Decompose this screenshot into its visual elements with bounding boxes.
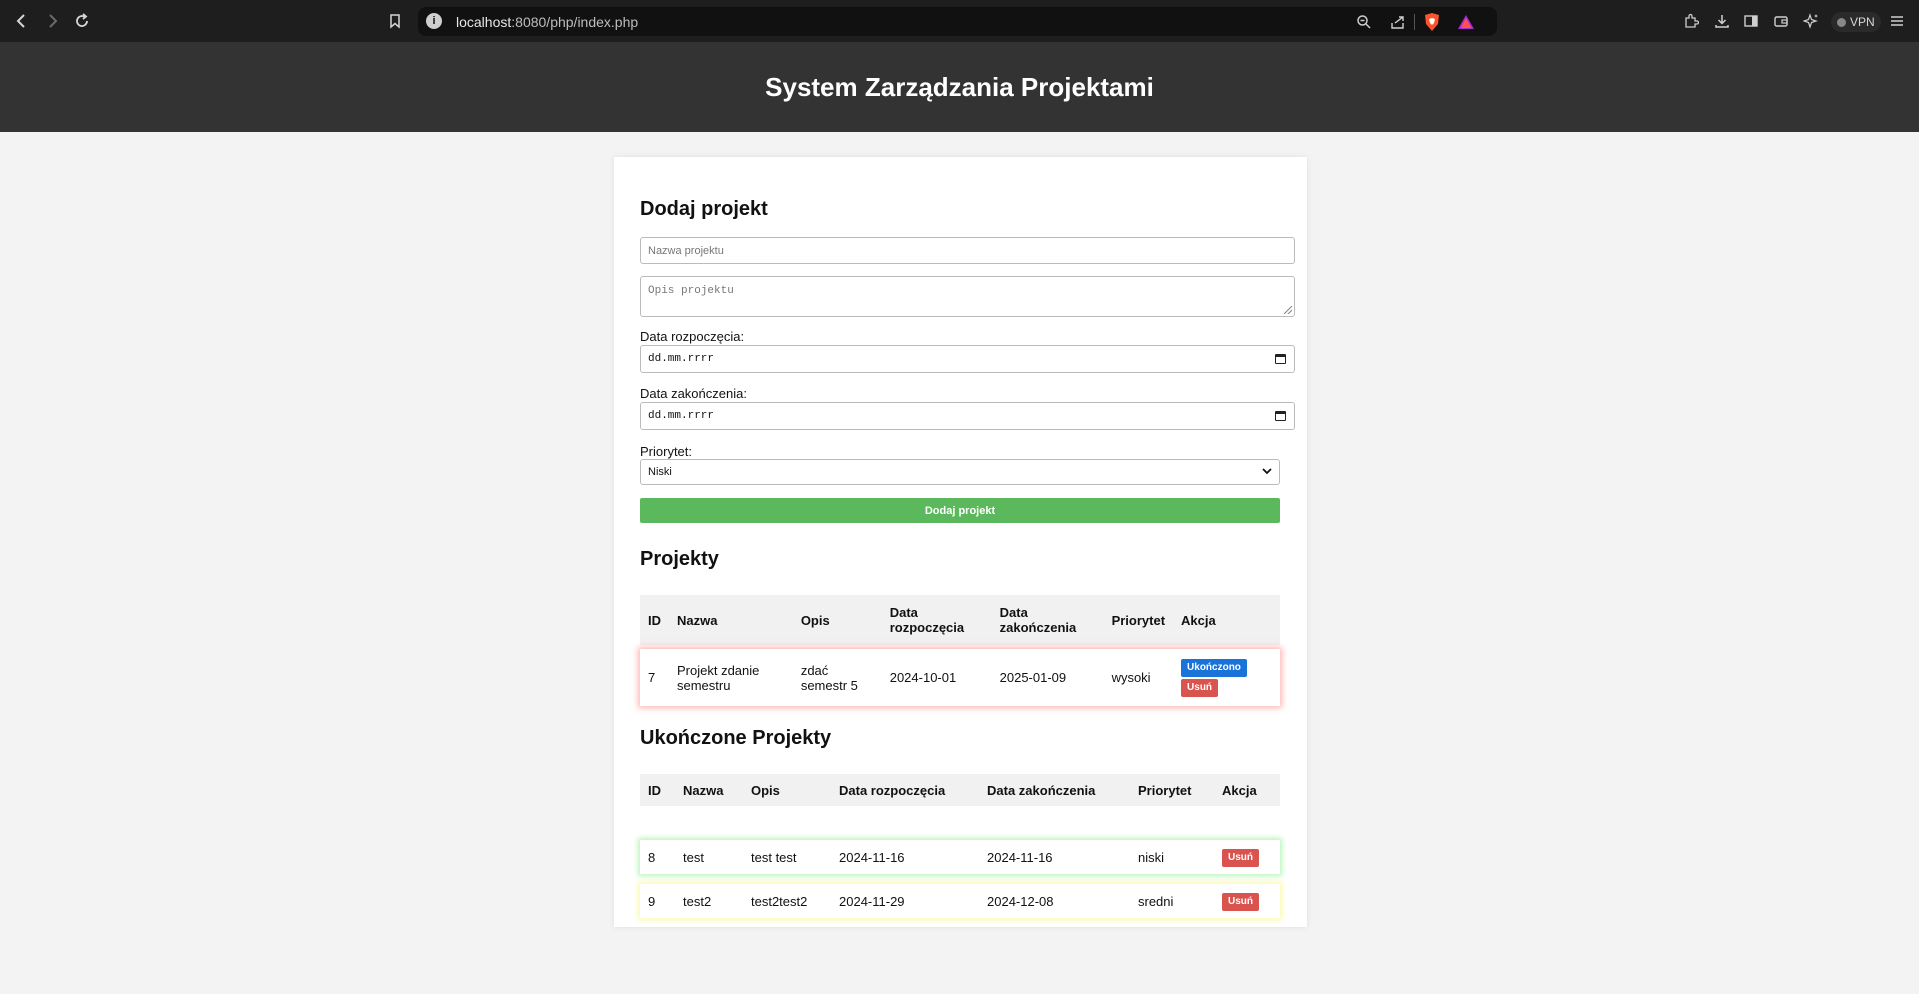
add-project-heading: Dodaj projekt: [640, 198, 768, 220]
column-header: Priorytet: [1111, 612, 1166, 628]
project-description-textarea[interactable]: Opis projektu: [640, 276, 1295, 317]
table-row: 8 test test test 2024-11-16 2024-11-16 n…: [640, 840, 1280, 874]
browser-toolbar: i localhost:8080/php/index.php VPN: [0, 0, 1919, 42]
back-icon[interactable]: [8, 0, 36, 42]
address-bar[interactable]: i localhost:8080/php/index.php: [418, 7, 1497, 36]
completed-projects-heading: Ukończone Projekty: [640, 727, 832, 749]
cell-description: test test: [751, 849, 797, 865]
delete-button[interactable]: Usuń: [1222, 848, 1259, 867]
cell-id: 9: [648, 893, 656, 909]
mark-done-button[interactable]: Ukończono: [1181, 658, 1247, 677]
vpn-label: VPN: [1850, 15, 1875, 29]
table-header-row: ID Nazwa Opis Data rozpoczęcia Data zako…: [640, 774, 1280, 806]
column-header: Nazwa: [677, 612, 718, 628]
cell-name: test: [683, 849, 704, 865]
column-header: Data zakończenia: [987, 782, 1096, 798]
column-header: ID: [648, 612, 661, 628]
wallet-icon[interactable]: [1770, 10, 1792, 32]
projects-table: ID Nazwa Opis Data rozpoczęcia Data zako…: [640, 595, 1280, 706]
cell-end-date: 2025-01-09: [999, 670, 1067, 685]
extensions-icon[interactable]: [1680, 10, 1702, 32]
end-date-value: dd.mm.rrrr: [648, 410, 715, 422]
project-name-input[interactable]: Nazwa projektu: [640, 237, 1295, 264]
priority-label: Priorytet:: [640, 444, 693, 459]
table-header-row: ID Nazwa Opis Data rozpoczęcia Data zako…: [640, 595, 1280, 645]
column-header: Priorytet: [1138, 782, 1192, 798]
cell-name: test2: [683, 893, 712, 909]
resize-handle-icon[interactable]: [1284, 306, 1292, 314]
brave-rewards-icon[interactable]: [1457, 12, 1475, 32]
zoom-icon[interactable]: [1354, 12, 1374, 32]
column-header: Akcja: [1181, 612, 1216, 628]
cell-actions: Usuń: [1214, 884, 1280, 918]
forward-icon[interactable]: [38, 0, 66, 42]
cell-actions: Ukończono Usuń: [1173, 649, 1280, 706]
cell-start-date: 2024-11-29: [839, 893, 905, 909]
column-header: Nazwa: [683, 782, 724, 798]
url-text[interactable]: localhost:8080/php/index.php: [456, 14, 638, 30]
downloads-icon[interactable]: [1711, 10, 1733, 32]
site-header: System Zarządzania Projektami: [0, 42, 1919, 132]
start-date-value: dd.mm.rrrr: [648, 353, 715, 365]
brave-shields-icon[interactable]: [1423, 12, 1441, 32]
add-project-button[interactable]: Dodaj projekt: [640, 498, 1280, 523]
cell-id: 8: [648, 849, 656, 865]
cell-priority: niski: [1138, 849, 1165, 865]
cell-start-date: 2024-11-16: [839, 849, 905, 865]
end-date-input[interactable]: dd.mm.rrrr: [640, 402, 1295, 430]
cell-description: test2test2: [751, 893, 808, 909]
page-title: System Zarządzania Projektami: [765, 71, 1154, 102]
cell-end-date: 2024-11-16: [987, 849, 1053, 865]
column-header: Data zakończenia: [999, 605, 1077, 635]
site-info-icon[interactable]: i: [426, 13, 442, 29]
cell-id: 7: [648, 670, 656, 685]
column-header: Data rozpoczęcia: [839, 782, 946, 798]
description-placeholder: Opis projektu: [648, 285, 734, 297]
priority-select[interactable]: Niski: [640, 459, 1280, 485]
completed-projects-table: ID Nazwa Opis Data rozpoczęcia Data zako…: [640, 774, 1280, 918]
table-row: 7 Projekt zdanie semestru zdać semestr 5…: [640, 649, 1280, 706]
end-date-label: Data zakończenia:: [640, 386, 747, 401]
cell-name: Projekt zdanie semestru: [677, 662, 760, 693]
table-row: 9 test2 test2test2 2024-11-29 2024-12-08…: [640, 884, 1280, 918]
share-icon[interactable]: [1388, 12, 1408, 32]
main-container: Dodaj projekt Nazwa projektu Opis projek…: [614, 157, 1307, 927]
cell-start-date: 2024-10-01: [889, 670, 957, 685]
vpn-status-icon: [1837, 17, 1846, 27]
cell-end-date: 2024-12-08: [987, 893, 1054, 909]
sidebar-icon[interactable]: [1740, 10, 1762, 32]
column-header: Akcja: [1222, 782, 1257, 798]
menu-icon[interactable]: [1886, 10, 1908, 32]
delete-button[interactable]: Usuń: [1222, 892, 1259, 911]
column-header: Opis: [800, 612, 830, 628]
column-header: ID: [648, 782, 661, 798]
column-header: Opis: [751, 782, 780, 798]
calendar-icon[interactable]: [1275, 354, 1286, 364]
column-header: Data rozpoczęcia: [889, 605, 965, 635]
reload-icon[interactable]: [68, 0, 96, 42]
cell-priority: sredni: [1138, 893, 1174, 909]
bookmark-icon[interactable]: [381, 0, 409, 42]
calendar-icon[interactable]: [1275, 411, 1286, 421]
cell-description: zdać semestr 5: [800, 662, 858, 693]
start-date-input[interactable]: dd.mm.rrrr: [640, 345, 1295, 373]
vpn-button[interactable]: VPN: [1831, 12, 1881, 32]
cell-actions: Usuń: [1214, 840, 1280, 874]
cell-priority: wysoki: [1111, 670, 1151, 685]
priority-selected-value: Niski: [648, 466, 672, 478]
delete-button[interactable]: Usuń: [1181, 678, 1219, 697]
leo-ai-icon[interactable]: [1800, 10, 1822, 32]
projects-heading: Projekty: [640, 548, 719, 570]
start-date-label: Data rozpoczęcia:: [640, 329, 745, 344]
chevron-down-icon: [1262, 468, 1272, 475]
